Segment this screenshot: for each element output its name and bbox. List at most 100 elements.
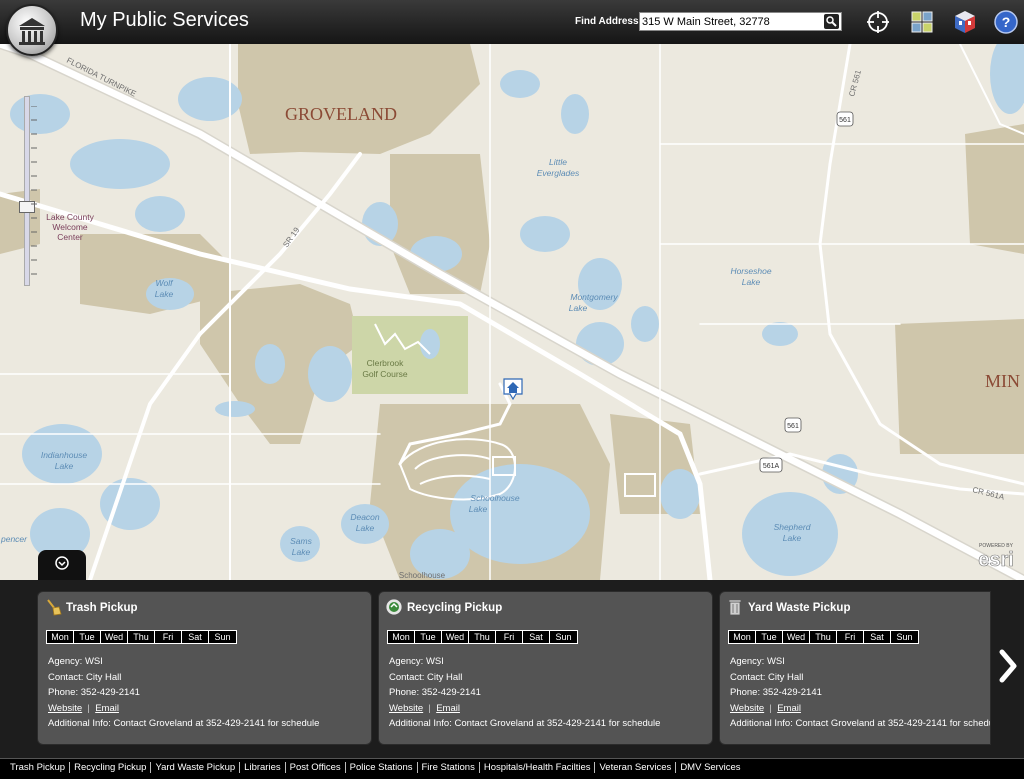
city-label-minneola: MIN [985, 371, 1020, 391]
website-link[interactable]: Website [389, 703, 423, 714]
basemap-gallery-icon[interactable] [910, 10, 934, 34]
service-card-recycling: Recycling Pickup Mon Tue Wed Thu Fri Sat… [378, 591, 713, 745]
card-title: Recycling Pickup [407, 602, 503, 614]
label-sams-lake-1: Sams [290, 536, 312, 546]
search-icon[interactable] [824, 14, 839, 29]
shield-561a-text: 561A [763, 463, 780, 470]
label-wolf-lake-2: Lake [155, 289, 174, 299]
phone-text: Phone: 352-429-2141 [48, 687, 140, 698]
label-little-everglades-2: Everglades [537, 168, 580, 178]
golf-course-area [352, 316, 468, 394]
footer-link-veteran-services[interactable]: Veteran Services [595, 762, 677, 773]
label-golf-course-2: Golf Course [362, 369, 408, 379]
footer-link-dmv-services[interactable]: DMV Services [676, 762, 744, 773]
card-title: Trash Pickup [66, 602, 138, 614]
service-card-trash: Trash Pickup Mon Tue Wed Thu Fri Sat Sun… [37, 591, 372, 745]
label-shepherd-lake-1: Shepherd [774, 522, 811, 532]
footer-link-trash-pickup[interactable]: Trash Pickup [6, 762, 71, 773]
agency-text: Agency: WSI [389, 656, 444, 667]
day-sat: Sat [182, 631, 209, 643]
label-welcome-center-2: Welcome [52, 222, 88, 232]
agency-text: Agency: WSI [730, 656, 785, 667]
label-shepherd-lake-2: Lake [783, 533, 802, 543]
map-view[interactable]: 561 561 561A GROVELAND MIN FLORIDA TURNP… [0, 44, 1024, 580]
zoom-slider-track[interactable] [24, 96, 30, 286]
day-schedule: Mon Tue Wed Thu Fri Sat Sun [728, 630, 919, 644]
esri-attribution: POWERED BY esri [978, 543, 1014, 571]
day-tue: Tue [756, 631, 783, 643]
day-sat: Sat [864, 631, 891, 643]
phone-text: Phone: 352-429-2141 [389, 687, 481, 698]
label-montgomery-lake-2: Lake [569, 303, 588, 313]
label-wolf-lake-1: Wolf [156, 278, 175, 288]
label-horseshoe-lake-2: Lake [742, 277, 761, 287]
contact-text: Contact: City Hall [48, 672, 122, 683]
label-indianhouse-lake-1: Indianhouse [41, 450, 88, 460]
panel-toggle-button[interactable] [38, 550, 86, 580]
cube-icon[interactable] [953, 10, 977, 34]
additional-info-text: Additional Info: Contact Groveland at 35… [730, 718, 991, 729]
app-title: My Public Services [80, 9, 249, 31]
label-deacon-lake-1: Deacon [350, 512, 380, 522]
label-indianhouse-lake-2: Lake [55, 461, 74, 471]
agency-text: Agency: WSI [48, 656, 103, 667]
trash-can-icon [726, 598, 744, 616]
links-row: Website | Email [730, 703, 801, 714]
day-fri: Fri [155, 631, 182, 643]
label-schoolhouse-lake-2: Lake [469, 504, 488, 514]
day-fri: Fri [837, 631, 864, 643]
day-schedule: Mon Tue Wed Thu Fri Sat Sun [46, 630, 237, 644]
day-wed: Wed [101, 631, 128, 643]
footer-link-post-offices[interactable]: Post Offices [286, 762, 346, 773]
service-card-yard-waste: Yard Waste Pickup Mon Tue Wed Thu Fri Sa… [719, 591, 991, 745]
email-link[interactable]: Email [777, 703, 801, 714]
additional-info-text: Additional Info: Contact Groveland at 35… [389, 718, 661, 729]
chevron-right-icon[interactable] [996, 646, 1020, 686]
label-welcome-center-3: Center [57, 232, 83, 242]
footer-link-hospitals[interactable]: Hospitals/Health Facilties [480, 762, 596, 773]
footer-link-libraries[interactable]: Libraries [240, 762, 286, 773]
day-thu: Thu [469, 631, 496, 643]
bank-logo-icon[interactable] [6, 4, 58, 56]
day-mon: Mon [729, 631, 756, 643]
additional-info-text: Additional Info: Contact Groveland at 35… [48, 718, 320, 729]
phone-text: Phone: 352-429-2141 [730, 687, 822, 698]
find-address-input[interactable] [640, 13, 822, 30]
contact-text: Contact: City Hall [730, 672, 804, 683]
svg-text:?: ? [1002, 14, 1011, 30]
website-link[interactable]: Website [730, 703, 764, 714]
day-thu: Thu [810, 631, 837, 643]
locate-crosshair-icon[interactable] [866, 10, 890, 34]
day-mon: Mon [388, 631, 415, 643]
day-tue: Tue [415, 631, 442, 643]
website-link[interactable]: Website [48, 703, 82, 714]
day-fri: Fri [496, 631, 523, 643]
footer-link-yard-waste-pickup[interactable]: Yard Waste Pickup [151, 762, 241, 773]
day-mon: Mon [47, 631, 74, 643]
day-sun: Sun [555, 632, 572, 642]
shield-561-top: 561 [836, 111, 854, 127]
day-sat: Sat [523, 631, 550, 643]
help-icon[interactable]: ? [994, 10, 1018, 34]
label-little-everglades-1: Little [549, 157, 567, 167]
shield-561-mid-text: 561 [787, 423, 799, 430]
footer-link-fire-stations[interactable]: Fire Stations [418, 762, 480, 773]
label-schoolhouse-lake-1: Schoolhouse [470, 493, 519, 503]
find-address-box [639, 12, 842, 31]
road-label-schoolhouse: Schoolhouse [399, 571, 446, 580]
email-link[interactable]: Email [436, 703, 460, 714]
card-title: Yard Waste Pickup [748, 602, 851, 614]
park-labels: Clerbrook Golf Course [362, 358, 408, 379]
basemap: 561 561 561A GROVELAND MIN FLORIDA TURNP… [0, 44, 1024, 580]
label-welcome-center-1: Lake County [46, 212, 94, 222]
contact-text: Contact: City Hall [389, 672, 463, 683]
day-wed: Wed [783, 631, 810, 643]
email-link[interactable]: Email [95, 703, 119, 714]
label-horseshoe-lake-1: Horseshoe [730, 266, 771, 276]
label-spencer: pencer [0, 534, 28, 544]
chevron-down-icon [55, 556, 69, 570]
footer-link-recycling-pickup[interactable]: Recycling Pickup [70, 762, 152, 773]
label-golf-course-1: Clerbrook [367, 358, 405, 368]
footer-link-police-stations[interactable]: Police Stations [346, 762, 418, 773]
zoom-ticks [31, 106, 37, 275]
